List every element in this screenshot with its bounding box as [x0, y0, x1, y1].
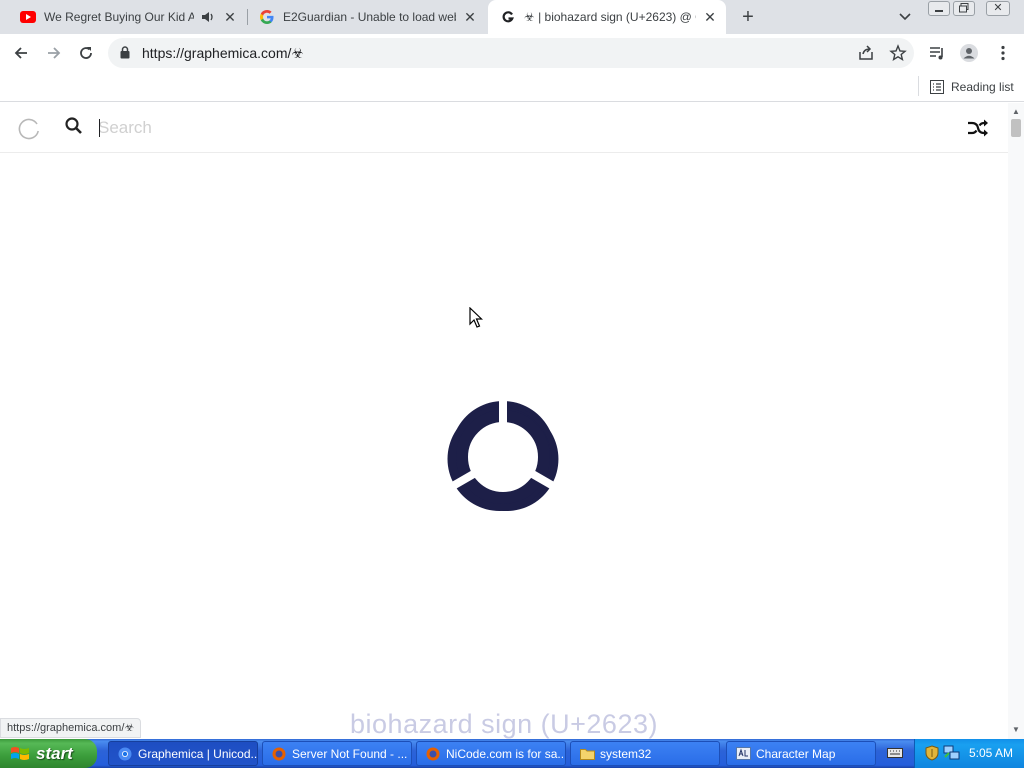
tab-title: We Regret Buying Our Kid An X	[44, 10, 194, 24]
close-icon[interactable]: ✕	[702, 9, 718, 25]
tab-e2guardian[interactable]: E2Guardian - Unable to load website ✕	[252, 0, 486, 34]
graphemica-logo-icon[interactable]	[17, 117, 41, 141]
scroll-thumb[interactable]	[1011, 119, 1021, 137]
firefox-icon	[425, 746, 441, 762]
tab-graphemica[interactable]: ☣ | biohazard sign (U+2623) @ Gra ✕	[488, 0, 726, 34]
biohazard-glyph	[428, 387, 578, 531]
star-icon[interactable]	[889, 44, 907, 62]
windows-logo-icon	[11, 746, 29, 760]
youtube-icon	[20, 9, 36, 25]
share-icon[interactable]	[857, 44, 875, 62]
search-icon[interactable]	[64, 116, 84, 136]
tab-separator	[247, 9, 248, 25]
close-window-button[interactable]: ✕	[986, 1, 1010, 16]
graphemica-icon	[500, 9, 516, 25]
network-icon[interactable]	[943, 745, 961, 766]
back-icon[interactable]	[9, 41, 33, 65]
bookmarks-bar: Reading list	[0, 72, 1024, 102]
taskbar-item-server-not-found[interactable]: Server Not Found - ...	[262, 741, 412, 766]
minimize-button[interactable]	[928, 1, 950, 16]
start-button[interactable]: start	[0, 739, 97, 768]
taskbar-item-system32[interactable]: system32	[570, 741, 720, 766]
media-control-icon[interactable]	[928, 44, 946, 62]
close-icon[interactable]: ✕	[222, 9, 238, 25]
google-icon	[259, 9, 275, 25]
reading-list-icon	[930, 80, 944, 94]
divider	[918, 76, 919, 96]
new-tab-button[interactable]: +	[738, 7, 758, 27]
taskbar-item-label: Graphemica | Unicod...	[138, 746, 258, 761]
tab-title: E2Guardian - Unable to load website	[283, 10, 456, 24]
keyboard-language-icon[interactable]	[887, 746, 903, 760]
mouse-cursor-icon	[469, 307, 483, 328]
system-tray: 5:05 AM	[914, 739, 1024, 768]
page-scrollbar[interactable]: ▲ ▼	[1008, 103, 1024, 739]
scroll-down-arrow-icon[interactable]: ▼	[1012, 725, 1020, 734]
text-caret	[99, 119, 100, 137]
maximize-button[interactable]	[953, 1, 975, 16]
site-header	[0, 103, 1008, 153]
windows-taskbar: start Graphemica | Unicod... Server Not …	[0, 739, 1024, 768]
search-input[interactable]	[98, 115, 598, 141]
address-bar[interactable]: https://graphemica.com/☣	[108, 38, 914, 68]
profile-avatar-icon[interactable]	[960, 44, 978, 62]
taskbar-item-label: NiCode.com is for sa...	[446, 746, 566, 761]
chevron-down-icon[interactable]	[896, 9, 914, 25]
taskbar-item-nicode[interactable]: NiCode.com is for sa...	[416, 741, 566, 766]
web-page: biohazard sign (U+2623)	[0, 103, 1008, 739]
security-shield-icon[interactable]	[925, 745, 939, 766]
biohazard-shape	[428, 387, 578, 531]
tab-title: ☣ | biohazard sign (U+2623) @ Gra	[524, 10, 696, 24]
firefox-icon	[271, 746, 287, 762]
character-map-icon	[735, 746, 751, 762]
forward-icon[interactable]	[42, 41, 66, 65]
reload-icon[interactable]	[74, 41, 98, 65]
close-icon[interactable]: ✕	[462, 9, 478, 25]
clock[interactable]: 5:05 AM	[969, 746, 1013, 760]
glyph-name-heading: biohazard sign (U+2623)	[350, 709, 658, 739]
folder-icon	[579, 746, 595, 762]
taskbar-item-label: Character Map	[756, 746, 836, 761]
reading-list-label: Reading list	[951, 80, 1014, 94]
shuffle-icon[interactable]	[966, 116, 990, 140]
lock-icon[interactable]	[120, 46, 130, 64]
taskbar-item-label: system32	[600, 746, 652, 761]
browser-toolbar: https://graphemica.com/☣	[0, 34, 1024, 72]
tab-youtube[interactable]: We Regret Buying Our Kid An X ✕	[14, 0, 246, 34]
tab-strip: We Regret Buying Our Kid An X ✕ E2Guardi…	[0, 0, 1024, 34]
reading-list-button[interactable]: Reading list	[930, 77, 1014, 97]
speaker-icon[interactable]	[200, 9, 216, 25]
scroll-up-arrow-icon[interactable]: ▲	[1012, 107, 1020, 116]
taskbar-item-character-map[interactable]: Character Map	[726, 741, 876, 766]
taskbar-item-label: Server Not Found - ...	[292, 746, 408, 761]
address-url[interactable]: https://graphemica.com/☣	[142, 45, 304, 62]
chrome-icon	[117, 746, 133, 762]
status-bar-url: https://graphemica.com/☣	[0, 718, 142, 738]
taskbar-item-graphemica[interactable]: Graphemica | Unicod...	[108, 741, 258, 766]
start-label: start	[36, 743, 73, 763]
menu-kebab-icon[interactable]	[994, 44, 1012, 62]
